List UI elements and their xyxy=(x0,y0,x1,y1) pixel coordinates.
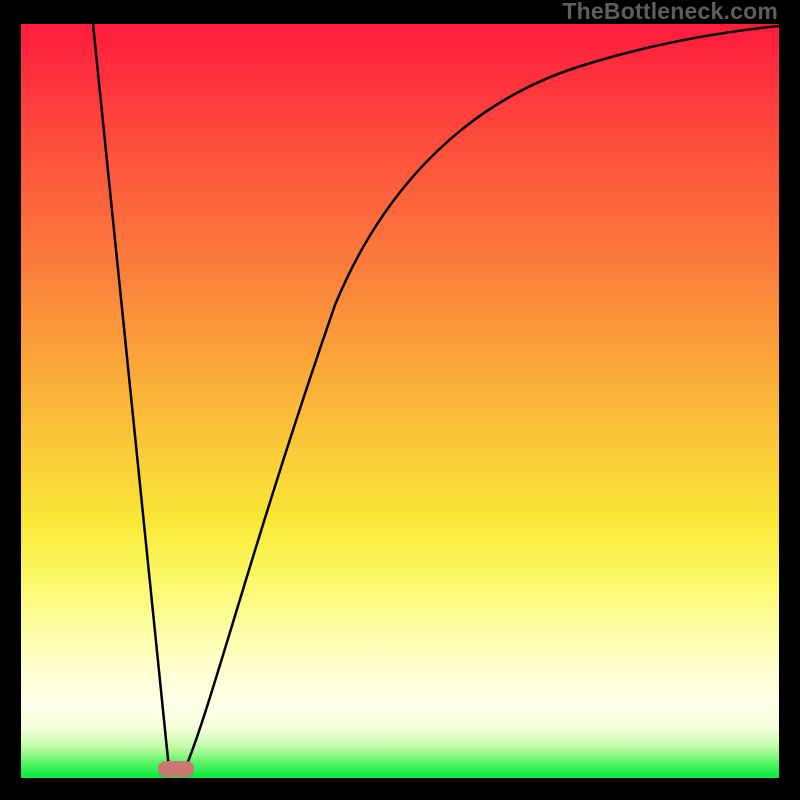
bottleneck-curve xyxy=(21,24,779,778)
plot-area xyxy=(21,24,779,778)
optimum-marker xyxy=(158,761,194,777)
chart-frame: TheBottleneck.com xyxy=(0,0,800,800)
watermark-text: TheBottleneck.com xyxy=(562,0,778,23)
